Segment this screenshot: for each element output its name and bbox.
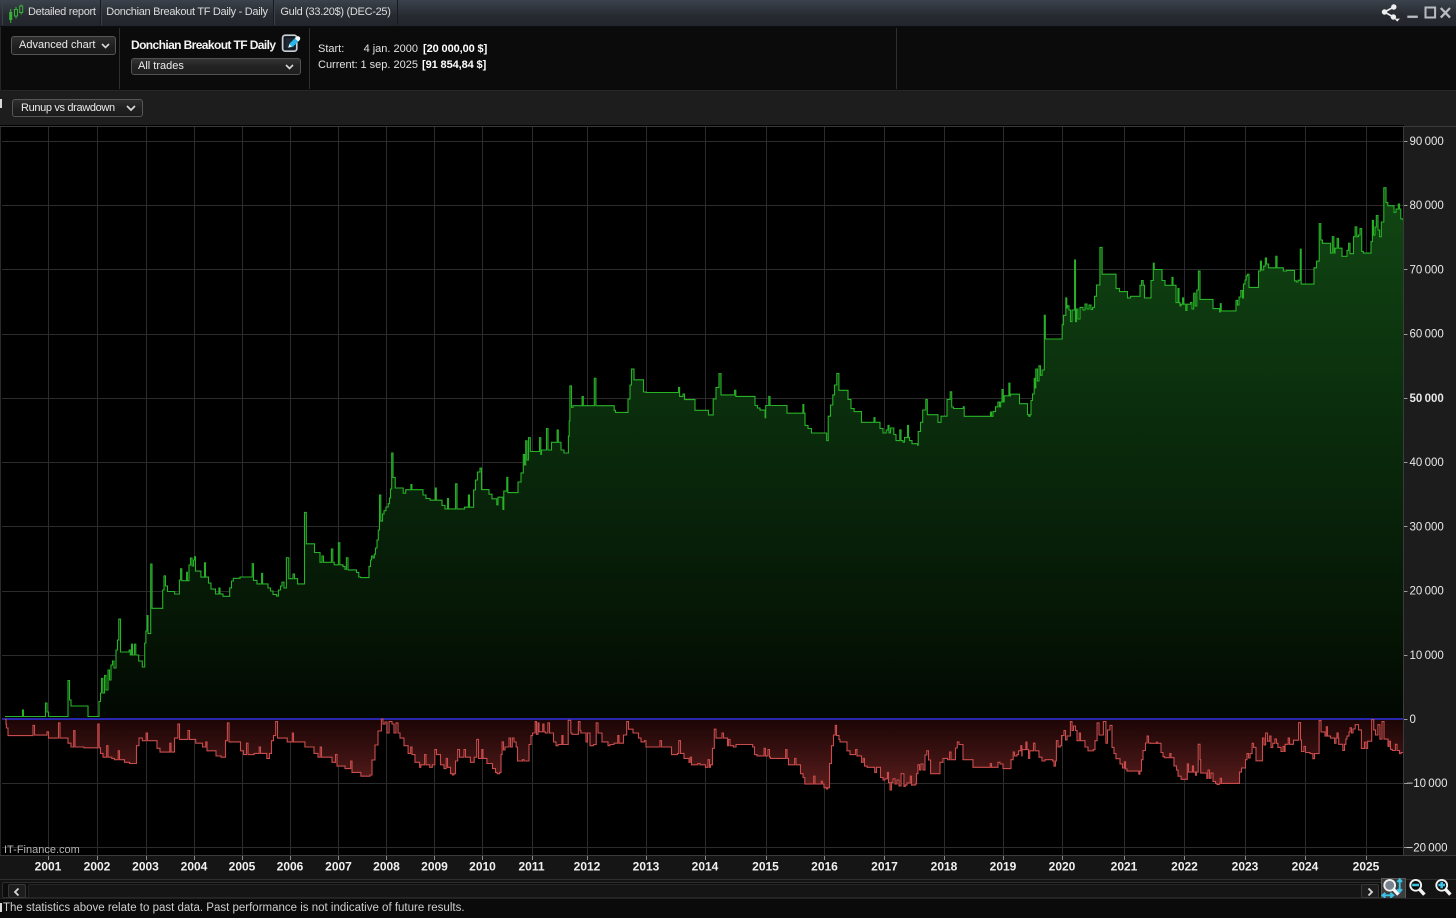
svg-text:2003: 2003 — [132, 860, 159, 874]
svg-text:20 000: 20 000 — [1410, 586, 1444, 598]
svg-text:2022: 2022 — [1171, 860, 1198, 874]
svg-text:2014: 2014 — [692, 860, 719, 874]
svg-text:2007: 2007 — [325, 860, 352, 874]
svg-text:2017: 2017 — [871, 860, 898, 874]
svg-text:2020: 2020 — [1049, 860, 1076, 874]
svg-text:2021: 2021 — [1111, 860, 1138, 874]
svg-text:2013: 2013 — [633, 860, 660, 874]
svg-text:70 000: 70 000 — [1410, 265, 1444, 277]
svg-text:2012: 2012 — [574, 860, 601, 874]
svg-text:2019: 2019 — [990, 860, 1017, 874]
svg-text:2018: 2018 — [931, 860, 958, 874]
svg-text:2011: 2011 — [518, 860, 544, 874]
svg-text:2025: 2025 — [1353, 860, 1380, 874]
svg-text:2001: 2001 — [35, 860, 62, 874]
svg-text:40 000: 40 000 — [1410, 457, 1444, 469]
svg-text:90 000: 90 000 — [1410, 136, 1444, 148]
svg-text:2023: 2023 — [1232, 860, 1259, 874]
svg-text:2008: 2008 — [373, 860, 400, 874]
svg-text:0: 0 — [1410, 714, 1416, 726]
svg-text:2002: 2002 — [84, 860, 111, 874]
svg-text:60 000: 60 000 — [1410, 329, 1444, 341]
svg-text:50 000: 50 000 — [1410, 393, 1444, 405]
svg-text:10 000: 10 000 — [1410, 650, 1444, 662]
svg-text:−20 000: −20 000 — [1407, 842, 1448, 854]
svg-text:2016: 2016 — [811, 860, 838, 874]
svg-text:2004: 2004 — [181, 860, 208, 874]
svg-text:2010: 2010 — [469, 860, 496, 874]
svg-text:2009: 2009 — [421, 860, 448, 874]
svg-text:2005: 2005 — [229, 860, 256, 874]
svg-text:2006: 2006 — [277, 860, 304, 874]
svg-text:2015: 2015 — [752, 860, 779, 874]
svg-text:30 000: 30 000 — [1410, 521, 1444, 533]
svg-text:2024: 2024 — [1292, 860, 1319, 874]
svg-text:80 000: 80 000 — [1410, 200, 1444, 212]
svg-text:IT-Finance.com: IT-Finance.com — [4, 844, 80, 856]
svg-text:−10 000: −10 000 — [1407, 778, 1448, 790]
